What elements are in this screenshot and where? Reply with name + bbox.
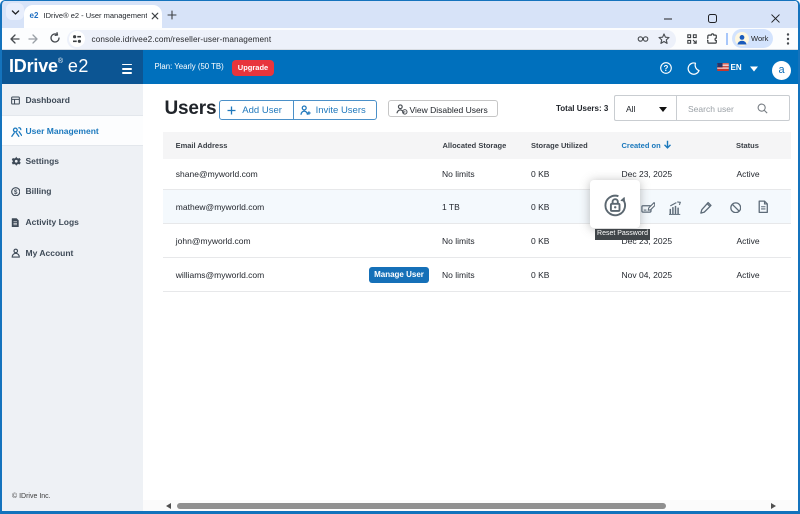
svg-text:?: ? bbox=[664, 64, 669, 73]
